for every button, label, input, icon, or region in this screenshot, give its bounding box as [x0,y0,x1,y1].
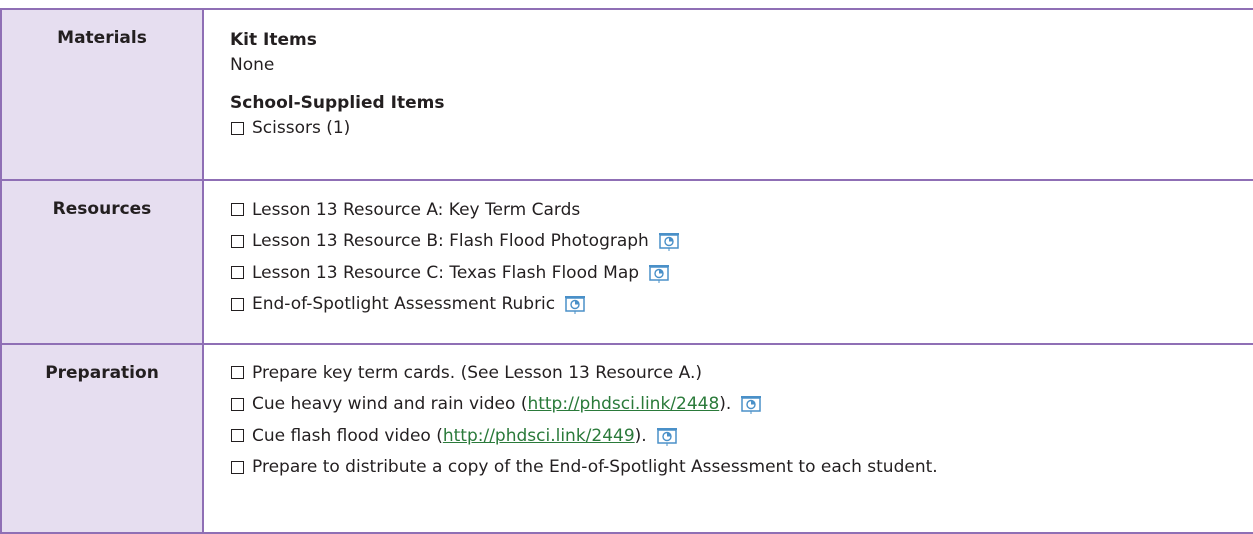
checklist-item-text: Cue flash flood video (http://phdsci.lin… [252,425,647,446]
checkbox-icon[interactable] [231,266,244,280]
resources-content: Lesson 13 Resource A: Key Term Cards Les… [202,179,1253,345]
checklist-item[interactable]: Prepare key term cards. (See Lesson 13 R… [230,357,1253,389]
checklist-item-text: Prepare key term cards. (See Lesson 13 R… [252,362,703,383]
resources-label: Resources [0,179,204,345]
checkbox-icon[interactable] [231,429,244,443]
kit-items-value: None [230,55,275,75]
projector-icon[interactable] [658,232,680,252]
checklist-item-text: Lesson 13 Resource B: Flash Flood Photog… [252,231,649,252]
checklist-item-text: Scissors (1) [252,118,351,138]
projector-icon[interactable] [648,264,670,283]
materials-content: Kit Items None School-Supplied Items Sci… [202,8,1253,181]
preparation-content: Prepare key term cards. (See Lesson 13 R… [202,343,1253,534]
checklist-item[interactable]: Cue flash flood video (http://phdsci.lin… [230,420,1253,452]
checkbox-icon[interactable] [231,297,244,311]
checklist-item[interactable]: End-of-Spotlight Assessment Rubric [230,289,1253,321]
materials-label: Materials [0,8,204,181]
checklist-item[interactable]: Lesson 13 Resource C: Texas Flash Flood … [230,257,1253,289]
projector-icon[interactable] [740,395,762,415]
preparation-label: Preparation [0,343,204,534]
video-link[interactable]: http://phdsci.link/2448 [527,394,719,414]
materials-table-page: Materials Kit Items None School-Supplied… [0,0,1253,534]
checklist-item[interactable]: Prepare to distribute a copy of the End-… [230,452,1253,484]
checkbox-icon[interactable] [231,234,244,248]
checkbox-icon[interactable] [231,397,244,411]
checklist-item[interactable]: Scissors (1) [230,115,1253,141]
checklist-item[interactable]: Lesson 13 Resource A: Key Term Cards [230,194,1253,226]
checklist-item-text: Prepare to distribute a copy of the End-… [252,457,938,478]
lesson-materials-table: Materials Kit Items None School-Supplied… [0,8,1253,534]
resources-row: Resources Lesson 13 Resource A: Key Term… [0,179,1253,345]
checklist-item-text: Cue heavy wind and rain video (http://ph… [252,394,732,415]
materials-row: Materials Kit Items None School-Supplied… [0,8,1253,181]
checkbox-icon[interactable] [231,203,244,217]
checkbox-icon[interactable] [231,460,244,474]
checklist-item[interactable]: Lesson 13 Resource B: Flash Flood Photog… [230,226,1253,258]
projector-icon[interactable] [564,295,586,315]
kit-items-heading: Kit Items [230,30,317,50]
checklist-item[interactable]: Cue heavy wind and rain video (http://ph… [230,389,1253,421]
video-link[interactable]: http://phdsci.link/2449 [443,426,635,446]
school-supplied-heading: School-Supplied Items [230,93,445,113]
preparation-row: Preparation Prepare key term cards. (See… [0,343,1253,534]
projector-icon[interactable] [656,427,678,446]
checklist-item-text: End-of-Spotlight Assessment Rubric [252,294,556,315]
checklist-item-text: Lesson 13 Resource A: Key Term Cards [252,199,581,220]
checklist-item-text: Lesson 13 Resource C: Texas Flash Flood … [252,262,640,283]
checkbox-icon[interactable] [231,366,244,380]
checkbox-icon[interactable] [231,121,244,135]
